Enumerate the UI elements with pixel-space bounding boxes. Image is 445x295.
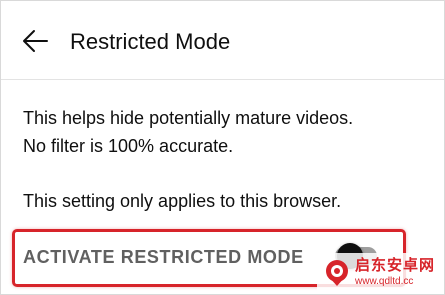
header: Restricted Mode: [1, 1, 444, 80]
description-line: This helps hide potentially mature video…: [23, 108, 354, 128]
watermark: 启东安卓网 www.qdltd.cc: [317, 253, 444, 294]
back-button[interactable]: [15, 21, 55, 61]
toggle-label: ACTIVATE RESTRICTED MODE: [23, 247, 304, 267]
page-title: Restricted Mode: [70, 29, 231, 54]
arrow-left-icon: [23, 30, 48, 52]
watermark-name: 启东安卓网: [355, 257, 436, 274]
description: This helps hide potentially mature video…: [23, 104, 433, 160]
browser-note: This setting only applies to this browse…: [23, 191, 342, 211]
description-line: No filter is 100% accurate.: [23, 136, 234, 156]
restricted-mode-panel: Restricted Mode This helps hide potentia…: [0, 0, 445, 295]
location-pin-logo: [326, 260, 348, 286]
watermark-url: www.qdltd.cc: [355, 276, 414, 287]
